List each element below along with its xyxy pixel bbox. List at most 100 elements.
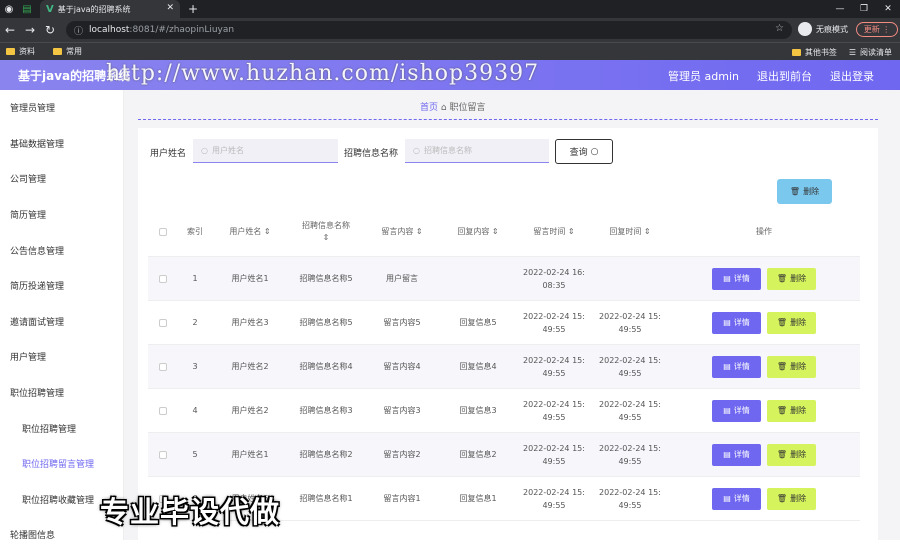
header-user-name[interactable]: 用户姓名 ⇕ [212, 226, 288, 238]
delete-label: 删除 [790, 274, 807, 283]
trash-icon: 🗑 [776, 362, 788, 371]
sidebar-item-4[interactable]: 公告信息管理 [0, 232, 123, 268]
bookmark-label: 常用 [66, 47, 82, 56]
minimize-icon[interactable]: — [828, 0, 852, 18]
bookmarks-bar: 资料 常用 其他书签 ☰ 阅读清单 [0, 42, 900, 60]
back-arrow-icon[interactable]: ← [0, 23, 20, 37]
job-name-input[interactable]: ○ 招聘信息名称 [405, 139, 549, 163]
delete-button[interactable]: 🗑 删除 [767, 355, 816, 378]
document-icon: ▤ [723, 318, 731, 327]
cell-message: 留言内容1 [383, 494, 421, 503]
browser-tab-strip: ◉ ▤ V 基于java的招聘系统 ✕ + — ❐ ✕ [0, 0, 900, 18]
table-header: 索引 用户姓名 ⇕ 招聘信息名称 ⇕ 留言内容 ⇕ 回复内容 ⇕ 留言时间 ⇕ 回… [148, 207, 860, 257]
sort-icon: ⇕ [643, 226, 651, 236]
detail-button[interactable]: ▤ 详情 [712, 267, 761, 290]
detail-button[interactable]: ▤ 详情 [712, 355, 761, 378]
info-icon[interactable]: ⓘ [74, 24, 83, 37]
sidebar-item-7[interactable]: 用户管理 [0, 339, 123, 375]
app-header: 基于java的招聘系统 http://www.huzhan.com/ishop3… [0, 60, 900, 90]
delete-label: 删除 [790, 494, 807, 503]
new-tab-icon[interactable]: + [188, 2, 198, 16]
restore-icon[interactable]: ❐ [852, 0, 876, 18]
sort-icon: ⇕ [415, 226, 423, 236]
sidebar-item-2[interactable]: 公司管理 [0, 161, 123, 197]
cell-reply: 回复信息1 [459, 494, 497, 503]
detail-button[interactable]: ▤ 详情 [712, 443, 761, 466]
cell-message: 留言内容3 [383, 406, 421, 415]
row-checkbox[interactable] [159, 362, 167, 371]
logout-link[interactable]: 退出登录 [830, 68, 874, 84]
sidebar-item-5[interactable]: 简历投递管理 [0, 268, 123, 304]
sidebar-item-8[interactable]: 职位招聘管理 [0, 375, 123, 411]
batch-delete-button[interactable]: 🗑 删除 [777, 179, 832, 204]
table-row: 4 用户姓名2 招聘信息名称3 留言内容3 回复信息3 2022-02-24 15:49:… [148, 389, 860, 433]
divider [138, 119, 878, 120]
cell-message-time: 2022-02-24 15:49:55 [523, 487, 585, 510]
browser-menu-icon[interactable]: ◉ [0, 0, 18, 18]
row-checkbox[interactable] [159, 406, 167, 415]
detail-label: 详情 [733, 274, 750, 283]
incognito-indicator[interactable]: 无痕模式 [798, 22, 848, 36]
cell-reply-time: 2022-02-24 15:49:55 [599, 487, 661, 510]
close-window-icon[interactable]: ✕ [876, 0, 900, 18]
sidebar-item-10[interactable]: 职位招聘留言管理 [0, 446, 123, 482]
delete-button[interactable]: 🗑 删除 [767, 311, 816, 334]
cell-job-name: 招聘信息名称4 [299, 362, 353, 371]
delete-label: 删除 [790, 318, 807, 327]
trash-icon: 🗑 [776, 406, 788, 415]
sidebar-item-0[interactable]: 管理员管理 [0, 90, 123, 126]
forward-arrow-icon[interactable]: → [20, 23, 40, 37]
query-button[interactable]: 查询 ○ [555, 139, 613, 164]
detail-button[interactable]: ▤ 详情 [712, 399, 761, 422]
delete-button[interactable]: 🗑 删除 [767, 399, 816, 422]
sidebar-item-9[interactable]: 职位招聘管理 [0, 410, 123, 446]
update-button[interactable]: 更新 ⋮ [856, 22, 898, 37]
select-all-checkbox[interactable] [159, 227, 167, 236]
url-host: localhost [89, 25, 130, 35]
cell-user-name: 用户姓名2 [231, 362, 269, 371]
reading-list[interactable]: ☰ 阅读清单 [849, 47, 892, 58]
header-message[interactable]: 留言内容 ⇕ [364, 226, 440, 238]
folder-icon [791, 48, 801, 56]
promo-caption: 专业毕设代做 [100, 495, 281, 529]
table-body: 1 用户姓名1 招聘信息名称5 用户留言 2022-02-24 16:08:35 ▤ 详情 🗑… [148, 257, 860, 521]
header-job-name[interactable]: 招聘信息名称 ⇕ [288, 220, 364, 244]
row-checkbox[interactable] [159, 274, 167, 283]
incognito-icon [798, 22, 812, 36]
reload-icon[interactable]: ↻ [40, 23, 60, 37]
folder-icon [53, 48, 62, 55]
sidebar-item-6[interactable]: 邀请面试管理 [0, 304, 123, 340]
reading-list-icon: ☰ [848, 47, 856, 57]
delete-button[interactable]: 🗑 删除 [767, 443, 816, 466]
cell-message-time: 2022-02-24 15:49:55 [523, 399, 585, 422]
update-label: 更新 [863, 25, 880, 34]
detail-button[interactable]: ▤ 详情 [712, 487, 761, 510]
row-checkbox[interactable] [159, 450, 167, 459]
detail-button[interactable]: ▤ 详情 [712, 311, 761, 334]
tab-close-icon[interactable]: ✕ [166, 3, 174, 13]
bookmark-folder-1[interactable]: 资料 [6, 46, 35, 57]
header-message-time[interactable]: 留言时间 ⇕ [516, 226, 592, 238]
sheet-tab-icon[interactable]: ▤ [18, 0, 36, 18]
table-row: 1 用户姓名1 招聘信息名称5 用户留言 2022-02-24 16:08:35 ▤ 详情 🗑… [148, 257, 860, 301]
bookmark-star-icon[interactable]: ☆ [775, 23, 784, 34]
front-page-link[interactable]: 退出到前台 [757, 68, 812, 84]
url-input[interactable]: ⓘ localhost :8081/#/zhaopinLiuyan ☆ [66, 21, 792, 39]
header-reply[interactable]: 回复内容 ⇕ [440, 226, 516, 238]
bookmark-folder-2[interactable]: 常用 [53, 46, 82, 57]
cell-message: 用户留言 [386, 274, 418, 283]
trash-icon: 🗑 [776, 494, 788, 503]
sidebar-item-3[interactable]: 简历管理 [0, 197, 123, 233]
delete-button[interactable]: 🗑 删除 [767, 487, 816, 510]
row-checkbox[interactable] [159, 318, 167, 327]
delete-button[interactable]: 🗑 删除 [767, 267, 816, 290]
header-reply-time[interactable]: 回复时间 ⇕ [592, 226, 668, 238]
cell-job-name: 招聘信息名称5 [299, 274, 353, 283]
incognito-label: 无痕模式 [816, 24, 848, 34]
user-name-input[interactable]: ○ 用户姓名 [193, 139, 338, 163]
breadcrumb-home[interactable]: 首页 [420, 103, 438, 113]
sidebar-item-1[interactable]: 基础数据管理 [0, 126, 123, 162]
other-bookmarks[interactable]: 其他书签 [791, 47, 837, 58]
detail-label: 详情 [733, 406, 750, 415]
browser-tab-active[interactable]: V 基于java的招聘系统 ✕ [40, 0, 180, 18]
